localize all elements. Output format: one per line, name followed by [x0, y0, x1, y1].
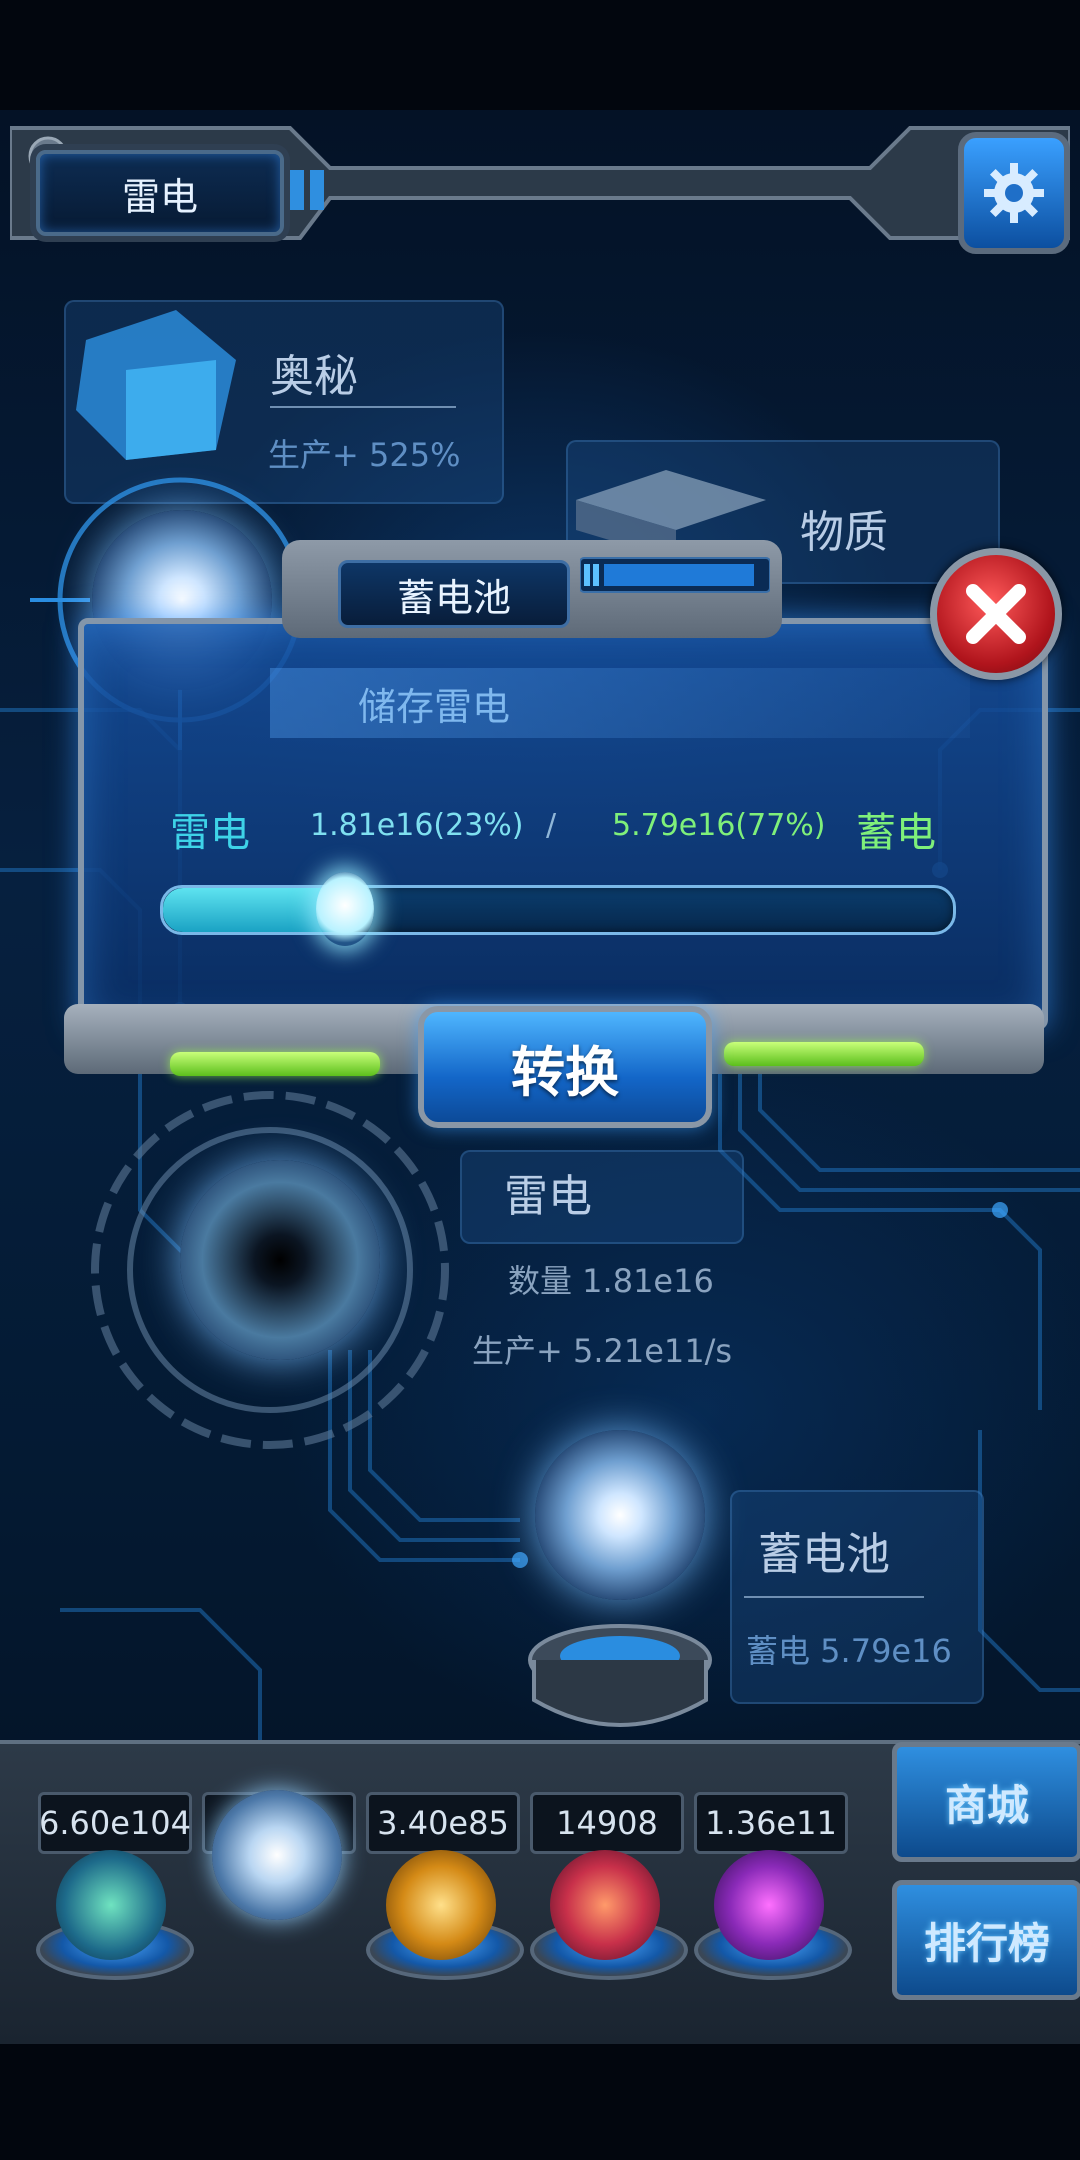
- transfer-slider[interactable]: [160, 872, 956, 946]
- resource-counter: 3.40e85: [366, 1792, 520, 1854]
- slider-handle[interactable]: [315, 872, 374, 946]
- resource-slot-atom[interactable]: [36, 1850, 194, 1980]
- dialog-subtitle: 储存雷电: [358, 685, 511, 729]
- resource-slot-brain[interactable]: [530, 1850, 688, 1980]
- lightning-count: 数量 1.81e16: [508, 1262, 714, 1300]
- rail-light-left: [170, 1052, 380, 1076]
- dialog-title: 蓄电池: [338, 560, 570, 628]
- resource-slot-vortex[interactable]: [694, 1850, 852, 1980]
- mystery-title: 奥秘: [270, 351, 358, 402]
- rail-light-right: [724, 1042, 924, 1066]
- ranking-button[interactable]: 排行榜: [892, 1880, 1080, 2000]
- header-bar-decoration: [580, 557, 770, 593]
- lightning-rate: 生产+ 5.21e11/s: [472, 1332, 733, 1370]
- resource-counter: 1.36e11: [694, 1792, 848, 1854]
- crystal-icon: [76, 310, 236, 460]
- battery-orb-icon: [535, 1430, 705, 1600]
- resource-slot-fire[interactable]: [366, 1850, 524, 1980]
- resource-counter: 6.60e104: [38, 1792, 192, 1854]
- lightning-vortex-icon: [180, 1160, 380, 1360]
- battery-base-icon: [528, 1624, 712, 1727]
- brain-orb-icon: [550, 1850, 660, 1960]
- stored-value: 5.79e16(77%): [612, 808, 826, 843]
- close-icon: [966, 584, 1026, 644]
- divider: [744, 1596, 924, 1598]
- lightning-orb-icon: [212, 1790, 342, 1920]
- lightning-label: 雷电: [170, 810, 250, 856]
- lightning-value: 1.81e16(23%): [310, 808, 524, 843]
- divider: [270, 406, 456, 408]
- vortex-orb-icon: [714, 1850, 824, 1960]
- resource-counter: 14908: [530, 1792, 684, 1854]
- atom-orb-icon: [56, 1850, 166, 1960]
- battery-title: 蓄电池: [758, 1529, 890, 1580]
- battery-stored: 蓄电 5.79e16: [746, 1632, 952, 1670]
- gear-icon: [984, 163, 1044, 223]
- settings-button[interactable]: [958, 132, 1070, 254]
- resource-slot-lightning[interactable]: [202, 1790, 352, 1920]
- value-separator: /: [546, 808, 557, 843]
- lightning-card[interactable]: [460, 1150, 744, 1244]
- matter-title: 物质: [800, 507, 888, 558]
- resource-title: 雷电: [36, 150, 284, 236]
- shop-button[interactable]: 商城: [892, 1742, 1080, 1862]
- fire-orb-icon: [386, 1850, 496, 1960]
- close-button[interactable]: [930, 548, 1062, 680]
- stored-label: 蓄电: [856, 810, 936, 856]
- lightning-card-title: 雷电: [504, 1171, 592, 1222]
